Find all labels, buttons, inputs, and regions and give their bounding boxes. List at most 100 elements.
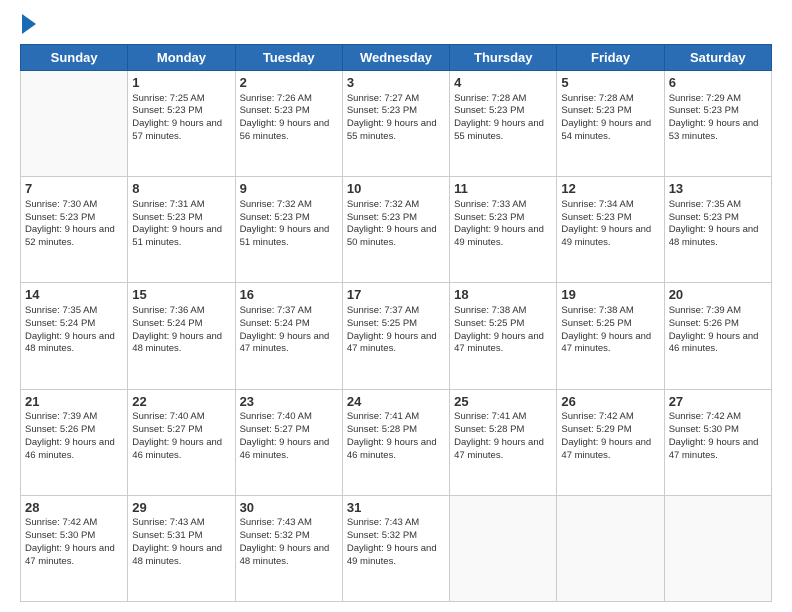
day-number: 6 (669, 74, 767, 92)
calendar-cell: 13Sunrise: 7:35 AMSunset: 5:23 PMDayligh… (664, 177, 771, 283)
week-row-2: 7Sunrise: 7:30 AMSunset: 5:23 PMDaylight… (21, 177, 772, 283)
day-number: 26 (561, 393, 659, 411)
cell-info: Sunrise: 7:29 AMSunset: 5:23 PMDaylight:… (669, 93, 767, 144)
cell-info: Sunrise: 7:43 AMSunset: 5:32 PMDaylight:… (240, 517, 338, 568)
day-number: 27 (669, 393, 767, 411)
cell-info: Sunrise: 7:35 AMSunset: 5:24 PMDaylight:… (25, 305, 123, 356)
calendar-cell: 23Sunrise: 7:40 AMSunset: 5:27 PMDayligh… (235, 389, 342, 495)
cell-info: Sunrise: 7:38 AMSunset: 5:25 PMDaylight:… (454, 305, 552, 356)
cell-info: Sunrise: 7:40 AMSunset: 5:27 PMDaylight:… (240, 411, 338, 462)
cell-info: Sunrise: 7:43 AMSunset: 5:31 PMDaylight:… (132, 517, 230, 568)
cell-info: Sunrise: 7:34 AMSunset: 5:23 PMDaylight:… (561, 199, 659, 250)
cell-info: Sunrise: 7:38 AMSunset: 5:25 PMDaylight:… (561, 305, 659, 356)
day-header-saturday: Saturday (664, 45, 771, 71)
cell-info: Sunrise: 7:40 AMSunset: 5:27 PMDaylight:… (132, 411, 230, 462)
cell-info: Sunrise: 7:27 AMSunset: 5:23 PMDaylight:… (347, 93, 445, 144)
cell-info: Sunrise: 7:35 AMSunset: 5:23 PMDaylight:… (669, 199, 767, 250)
day-header-monday: Monday (128, 45, 235, 71)
cell-info: Sunrise: 7:32 AMSunset: 5:23 PMDaylight:… (347, 199, 445, 250)
calendar-cell: 25Sunrise: 7:41 AMSunset: 5:28 PMDayligh… (450, 389, 557, 495)
calendar-cell: 12Sunrise: 7:34 AMSunset: 5:23 PMDayligh… (557, 177, 664, 283)
calendar-cell: 14Sunrise: 7:35 AMSunset: 5:24 PMDayligh… (21, 283, 128, 389)
calendar-cell: 28Sunrise: 7:42 AMSunset: 5:30 PMDayligh… (21, 495, 128, 601)
week-row-4: 21Sunrise: 7:39 AMSunset: 5:26 PMDayligh… (21, 389, 772, 495)
calendar-cell (450, 495, 557, 601)
day-number: 22 (132, 393, 230, 411)
day-number: 11 (454, 180, 552, 198)
calendar-cell: 2Sunrise: 7:26 AMSunset: 5:23 PMDaylight… (235, 71, 342, 177)
cell-info: Sunrise: 7:28 AMSunset: 5:23 PMDaylight:… (454, 93, 552, 144)
cell-info: Sunrise: 7:42 AMSunset: 5:30 PMDaylight:… (669, 411, 767, 462)
cell-info: Sunrise: 7:37 AMSunset: 5:25 PMDaylight:… (347, 305, 445, 356)
calendar-cell: 20Sunrise: 7:39 AMSunset: 5:26 PMDayligh… (664, 283, 771, 389)
calendar-cell: 5Sunrise: 7:28 AMSunset: 5:23 PMDaylight… (557, 71, 664, 177)
logo (20, 18, 36, 34)
calendar-cell: 16Sunrise: 7:37 AMSunset: 5:24 PMDayligh… (235, 283, 342, 389)
day-number: 2 (240, 74, 338, 92)
cell-info: Sunrise: 7:41 AMSunset: 5:28 PMDaylight:… (454, 411, 552, 462)
day-number: 17 (347, 286, 445, 304)
day-number: 20 (669, 286, 767, 304)
cell-info: Sunrise: 7:31 AMSunset: 5:23 PMDaylight:… (132, 199, 230, 250)
calendar-table: SundayMondayTuesdayWednesdayThursdayFrid… (20, 44, 772, 602)
day-number: 19 (561, 286, 659, 304)
day-number: 21 (25, 393, 123, 411)
day-header-tuesday: Tuesday (235, 45, 342, 71)
day-number: 12 (561, 180, 659, 198)
cell-info: Sunrise: 7:37 AMSunset: 5:24 PMDaylight:… (240, 305, 338, 356)
day-number: 31 (347, 499, 445, 517)
cell-info: Sunrise: 7:25 AMSunset: 5:23 PMDaylight:… (132, 93, 230, 144)
calendar-cell: 26Sunrise: 7:42 AMSunset: 5:29 PMDayligh… (557, 389, 664, 495)
calendar-cell: 8Sunrise: 7:31 AMSunset: 5:23 PMDaylight… (128, 177, 235, 283)
calendar-cell: 4Sunrise: 7:28 AMSunset: 5:23 PMDaylight… (450, 71, 557, 177)
calendar-cell: 1Sunrise: 7:25 AMSunset: 5:23 PMDaylight… (128, 71, 235, 177)
cell-info: Sunrise: 7:33 AMSunset: 5:23 PMDaylight:… (454, 199, 552, 250)
calendar-cell: 15Sunrise: 7:36 AMSunset: 5:24 PMDayligh… (128, 283, 235, 389)
day-number: 10 (347, 180, 445, 198)
day-number: 13 (669, 180, 767, 198)
header (20, 18, 772, 34)
cell-info: Sunrise: 7:30 AMSunset: 5:23 PMDaylight:… (25, 199, 123, 250)
day-number: 16 (240, 286, 338, 304)
cell-info: Sunrise: 7:39 AMSunset: 5:26 PMDaylight:… (25, 411, 123, 462)
day-number: 8 (132, 180, 230, 198)
calendar-cell: 19Sunrise: 7:38 AMSunset: 5:25 PMDayligh… (557, 283, 664, 389)
calendar-cell: 29Sunrise: 7:43 AMSunset: 5:31 PMDayligh… (128, 495, 235, 601)
calendar-cell: 22Sunrise: 7:40 AMSunset: 5:27 PMDayligh… (128, 389, 235, 495)
day-number: 15 (132, 286, 230, 304)
week-row-5: 28Sunrise: 7:42 AMSunset: 5:30 PMDayligh… (21, 495, 772, 601)
day-number: 23 (240, 393, 338, 411)
week-row-1: 1Sunrise: 7:25 AMSunset: 5:23 PMDaylight… (21, 71, 772, 177)
cell-info: Sunrise: 7:42 AMSunset: 5:29 PMDaylight:… (561, 411, 659, 462)
day-number: 5 (561, 74, 659, 92)
calendar-cell (557, 495, 664, 601)
day-number: 14 (25, 286, 123, 304)
cell-info: Sunrise: 7:39 AMSunset: 5:26 PMDaylight:… (669, 305, 767, 356)
day-header-wednesday: Wednesday (342, 45, 449, 71)
cell-info: Sunrise: 7:41 AMSunset: 5:28 PMDaylight:… (347, 411, 445, 462)
calendar-cell: 31Sunrise: 7:43 AMSunset: 5:32 PMDayligh… (342, 495, 449, 601)
day-number: 24 (347, 393, 445, 411)
calendar-cell: 3Sunrise: 7:27 AMSunset: 5:23 PMDaylight… (342, 71, 449, 177)
calendar-cell: 27Sunrise: 7:42 AMSunset: 5:30 PMDayligh… (664, 389, 771, 495)
calendar-cell: 6Sunrise: 7:29 AMSunset: 5:23 PMDaylight… (664, 71, 771, 177)
calendar-cell: 9Sunrise: 7:32 AMSunset: 5:23 PMDaylight… (235, 177, 342, 283)
day-number: 9 (240, 180, 338, 198)
cell-info: Sunrise: 7:32 AMSunset: 5:23 PMDaylight:… (240, 199, 338, 250)
calendar-cell (21, 71, 128, 177)
day-header-sunday: Sunday (21, 45, 128, 71)
day-number: 25 (454, 393, 552, 411)
cell-info: Sunrise: 7:28 AMSunset: 5:23 PMDaylight:… (561, 93, 659, 144)
logo-arrow-icon (22, 14, 36, 34)
page: SundayMondayTuesdayWednesdayThursdayFrid… (0, 0, 792, 612)
cell-info: Sunrise: 7:36 AMSunset: 5:24 PMDaylight:… (132, 305, 230, 356)
day-number: 3 (347, 74, 445, 92)
cell-info: Sunrise: 7:43 AMSunset: 5:32 PMDaylight:… (347, 517, 445, 568)
day-number: 18 (454, 286, 552, 304)
day-number: 1 (132, 74, 230, 92)
calendar-cell: 30Sunrise: 7:43 AMSunset: 5:32 PMDayligh… (235, 495, 342, 601)
day-number: 29 (132, 499, 230, 517)
calendar-cell: 21Sunrise: 7:39 AMSunset: 5:26 PMDayligh… (21, 389, 128, 495)
day-header-friday: Friday (557, 45, 664, 71)
cell-info: Sunrise: 7:26 AMSunset: 5:23 PMDaylight:… (240, 93, 338, 144)
